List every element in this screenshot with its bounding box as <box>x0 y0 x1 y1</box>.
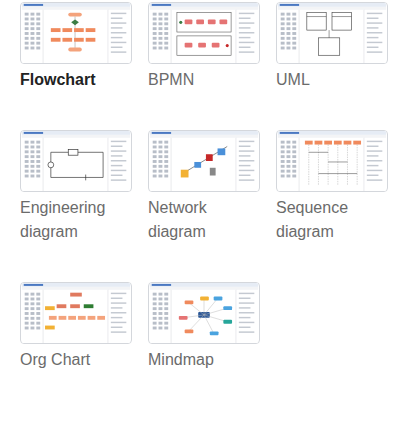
uml-thumbnail-icon <box>276 2 388 64</box>
template-gallery: Flowchart BPMN UML Engineering diagram Netwo… <box>0 0 409 430</box>
sequence-thumbnail-icon <box>276 130 388 192</box>
template-card[interactable]: BPMN <box>148 2 260 92</box>
template-label: Network diagram <box>148 196 260 244</box>
template-card[interactable]: Network diagram <box>148 130 260 244</box>
template-card[interactable]: Org Chart <box>20 282 132 372</box>
template-label: Org Chart <box>20 348 132 372</box>
template-label: Flowchart <box>20 68 132 92</box>
org-thumbnail-icon <box>20 282 132 344</box>
template-card[interactable]: Sequence diagram <box>276 130 388 244</box>
mindmap-thumbnail-icon <box>148 282 260 344</box>
template-label: Sequence diagram <box>276 196 388 244</box>
template-label: BPMN <box>148 68 260 92</box>
network-thumbnail-icon <box>148 130 260 192</box>
template-label: UML <box>276 68 388 92</box>
bpmn-thumbnail-icon <box>148 2 260 64</box>
template-label: Engineering diagram <box>20 196 132 244</box>
template-card[interactable]: Mindmap <box>148 282 260 372</box>
template-label: Mindmap <box>148 348 260 372</box>
engineering-thumbnail-icon <box>20 130 132 192</box>
template-card[interactable]: Flowchart <box>20 2 132 92</box>
template-card[interactable]: UML <box>276 2 388 92</box>
flowchart-thumbnail-icon <box>20 2 132 64</box>
template-card[interactable]: Engineering diagram <box>20 130 132 244</box>
